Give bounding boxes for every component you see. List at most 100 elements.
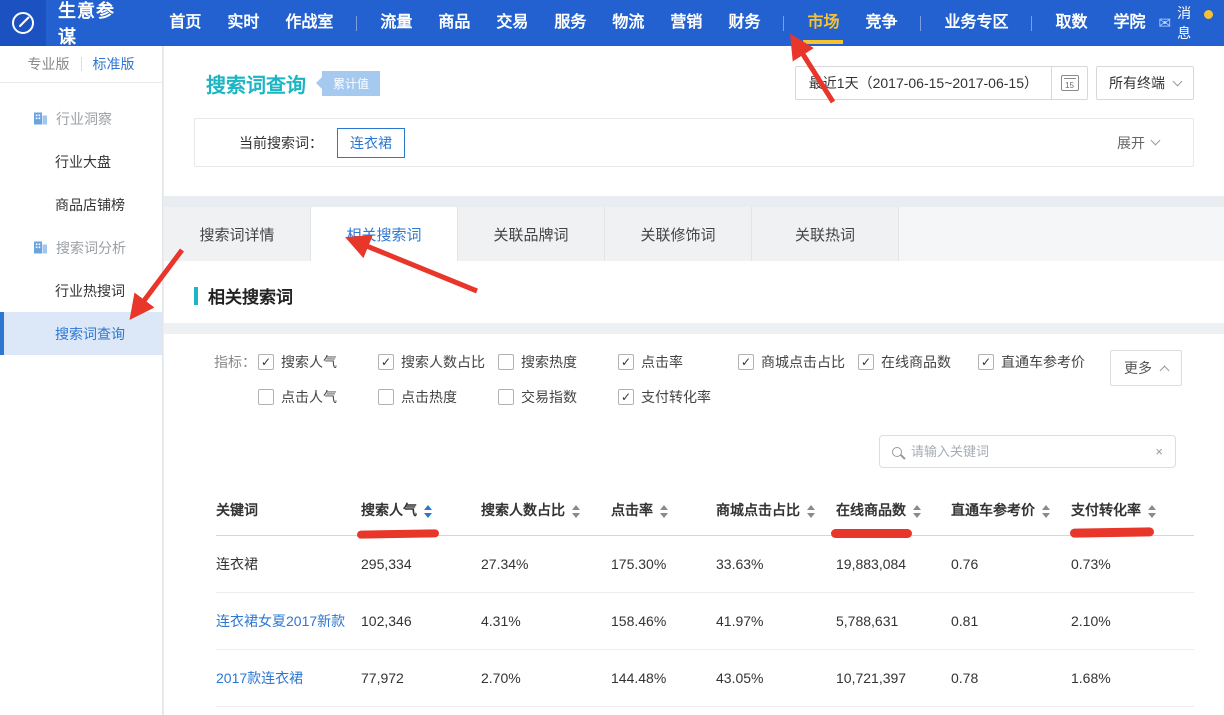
tab-related-brand-words[interactable]: 关联品牌词 <box>458 207 605 261</box>
sort-icon[interactable] <box>660 505 668 518</box>
chevron-down-icon <box>1151 136 1161 146</box>
metric-checkbox-ztc-ref-price[interactable]: ✓直通车参考价 <box>978 352 1098 372</box>
column-header-payment-conversion[interactable]: 支付转化率 <box>1071 490 1194 536</box>
nav-item-academy[interactable]: 学院 <box>1100 0 1158 46</box>
cell-value: 77,972 <box>361 650 481 707</box>
building-icon <box>33 241 48 254</box>
sidebar-group-industry-insight: 行业洞察 <box>0 97 162 140</box>
more-button[interactable]: 更多 <box>1110 350 1182 386</box>
version-tab-pro[interactable]: 专业版 <box>17 54 81 74</box>
nav-item-trade[interactable]: 交易 <box>483 0 541 46</box>
metric-label: 点击热度 <box>401 387 457 407</box>
sort-icon[interactable] <box>572 505 580 518</box>
cell-value: 43.05% <box>716 650 836 707</box>
version-tab-standard[interactable]: 标准版 <box>82 54 146 74</box>
more-label: 更多 <box>1124 358 1152 378</box>
sidebar-group-label: 搜索词分析 <box>56 238 126 258</box>
messages-button[interactable]: ✉ 消息 <box>1158 3 1224 43</box>
calendar-button[interactable]: 15 <box>1051 67 1087 99</box>
nav-item-product[interactable]: 商品 <box>425 0 483 46</box>
sidebar-item-search-word-query[interactable]: 搜索词查询 <box>0 312 162 355</box>
cell-keyword-link[interactable]: 连衣裙女夏2017新款 <box>216 593 361 650</box>
sort-icon[interactable] <box>1148 505 1156 518</box>
sidebar-item-industry-hot-words[interactable]: 行业热搜词 <box>0 269 162 312</box>
metric-label: 点击率 <box>641 352 683 372</box>
compass-logo-icon <box>10 10 36 36</box>
cell-value: 295,334 <box>361 536 481 593</box>
nav-item-competition[interactable]: 竞争 <box>852 0 910 46</box>
metric-checkbox-click-rate[interactable]: ✓ 点击率 <box>618 352 738 372</box>
date-range-picker[interactable]: 最近1天（2017-06-15~2017-06-15） 15 <box>795 66 1088 100</box>
metric-label: 支付转化率 <box>641 387 711 407</box>
current-search-term-tag[interactable]: 连衣裙 <box>337 128 405 158</box>
sort-icon[interactable] <box>424 505 432 518</box>
table-header-row: 关键词 搜索人气 搜索人数占比 点击率 商城点击占比 在线商品数 直通车参考价 … <box>216 490 1194 536</box>
metric-checkbox-trade-index[interactable]: 交易指数 <box>498 387 618 407</box>
sort-icon[interactable] <box>807 505 815 518</box>
metric-checkbox-mall-click-ratio[interactable]: ✓ 商城点击占比 <box>738 352 858 372</box>
sort-icon[interactable] <box>913 505 921 518</box>
tab-search-word-detail[interactable]: 搜索词详情 <box>164 207 311 261</box>
column-header-mall-click-ratio[interactable]: 商城点击占比 <box>716 490 836 536</box>
metric-label: 在线商品数 <box>881 352 951 372</box>
column-header-keyword: 关键词 <box>216 490 361 536</box>
nav-item-logistics[interactable]: 物流 <box>599 0 657 46</box>
nav-item-market[interactable]: 市场 <box>794 0 852 46</box>
nav-item-realtime[interactable]: 实时 <box>214 0 272 46</box>
checkbox-unchecked-icon <box>258 389 274 405</box>
metric-checkbox-search-heat[interactable]: 搜索热度 <box>498 352 618 372</box>
checkbox-unchecked-icon <box>498 389 514 405</box>
metric-label: 商城点击占比 <box>761 352 845 372</box>
chevron-down-icon <box>1173 76 1183 86</box>
metric-label: 搜索人气 <box>281 352 337 372</box>
nav-divider <box>1031 16 1032 31</box>
clear-icon[interactable]: × <box>1155 444 1163 459</box>
column-header-search-popularity[interactable]: 搜索人气 <box>361 490 481 536</box>
nav-item-finance[interactable]: 财务 <box>715 0 773 46</box>
metric-checkbox-searcher-ratio[interactable]: ✓搜索人数占比 <box>378 352 498 372</box>
cell-value: 1.68% <box>1071 650 1194 707</box>
sort-icon[interactable] <box>1042 505 1050 518</box>
brand-name: 生意参谋 <box>58 0 132 49</box>
nav-item-home[interactable]: 首页 <box>156 0 214 46</box>
nav-item-traffic[interactable]: 流量 <box>367 0 425 46</box>
cell-keyword-link[interactable]: 2017款连衣裙 <box>216 650 361 707</box>
metric-checkbox-payment-conversion[interactable]: ✓ 支付转化率 <box>618 387 738 407</box>
keyword-search-input[interactable] <box>911 444 1146 459</box>
sidebar-item-industry-dashboard[interactable]: 行业大盘 <box>0 140 162 183</box>
sidebar-list: 行业洞察 行业大盘 商品店铺榜 搜索词分析 行业热搜词 搜索词查询 <box>0 83 162 355</box>
tab-related-modifier-words[interactable]: 关联修饰词 <box>605 207 752 261</box>
metric-checkbox-click-heat[interactable]: 点击热度 <box>378 387 498 407</box>
metric-checkbox-click-popularity[interactable]: 点击人气 <box>258 387 378 407</box>
chevron-up-icon <box>1160 365 1170 375</box>
nav-item-service[interactable]: 服务 <box>541 0 599 46</box>
nav-item-warroom[interactable]: 作战室 <box>272 0 346 46</box>
column-header-click-rate[interactable]: 点击率 <box>611 490 716 536</box>
checkbox-checked-icon: ✓ <box>618 389 634 405</box>
metric-checkbox-search-popularity[interactable]: ✓搜索人气 <box>258 352 378 372</box>
column-header-online-products[interactable]: 在线商品数 <box>836 490 951 536</box>
tab-related-search-words[interactable]: 相关搜索词 <box>311 207 458 261</box>
section-accent-bar <box>194 287 198 305</box>
current-search-label: 当前搜索词： <box>239 133 323 153</box>
building-icon <box>33 112 48 125</box>
brand-logo[interactable] <box>0 0 46 46</box>
current-search-bar: 当前搜索词： 连衣裙 展开 <box>194 118 1194 167</box>
cell-value: 0.81 <box>951 593 1071 650</box>
expand-button[interactable]: 展开 <box>1117 133 1159 153</box>
device-filter-dropdown[interactable]: 所有终端 <box>1096 66 1194 100</box>
column-header-ztc-ref-price[interactable]: 直通车参考价 <box>951 490 1071 536</box>
checkbox-checked-icon: ✓ <box>618 354 634 370</box>
metrics-filter-panel: 指标： ✓搜索人气 ✓搜索人数占比 搜索热度 ✓点击率 ✓商城点击占比 ✓在线商… <box>164 334 1224 407</box>
checkbox-checked-icon: ✓ <box>738 354 754 370</box>
nav-item-data-fetch[interactable]: 取数 <box>1042 0 1100 46</box>
column-header-searcher-ratio[interactable]: 搜索人数占比 <box>481 490 611 536</box>
metric-checkbox-online-products[interactable]: ✓在线商品数 <box>858 352 978 372</box>
nav-divider <box>356 16 357 31</box>
cell-value: 0.73% <box>1071 536 1194 593</box>
sidebar-group-label: 行业洞察 <box>56 109 112 129</box>
sidebar-item-product-shop-rank[interactable]: 商品店铺榜 <box>0 183 162 226</box>
nav-item-marketing[interactable]: 营销 <box>657 0 715 46</box>
nav-item-business-zone[interactable]: 业务专区 <box>931 0 1021 46</box>
tab-related-hot-words[interactable]: 关联热词 <box>752 207 899 261</box>
